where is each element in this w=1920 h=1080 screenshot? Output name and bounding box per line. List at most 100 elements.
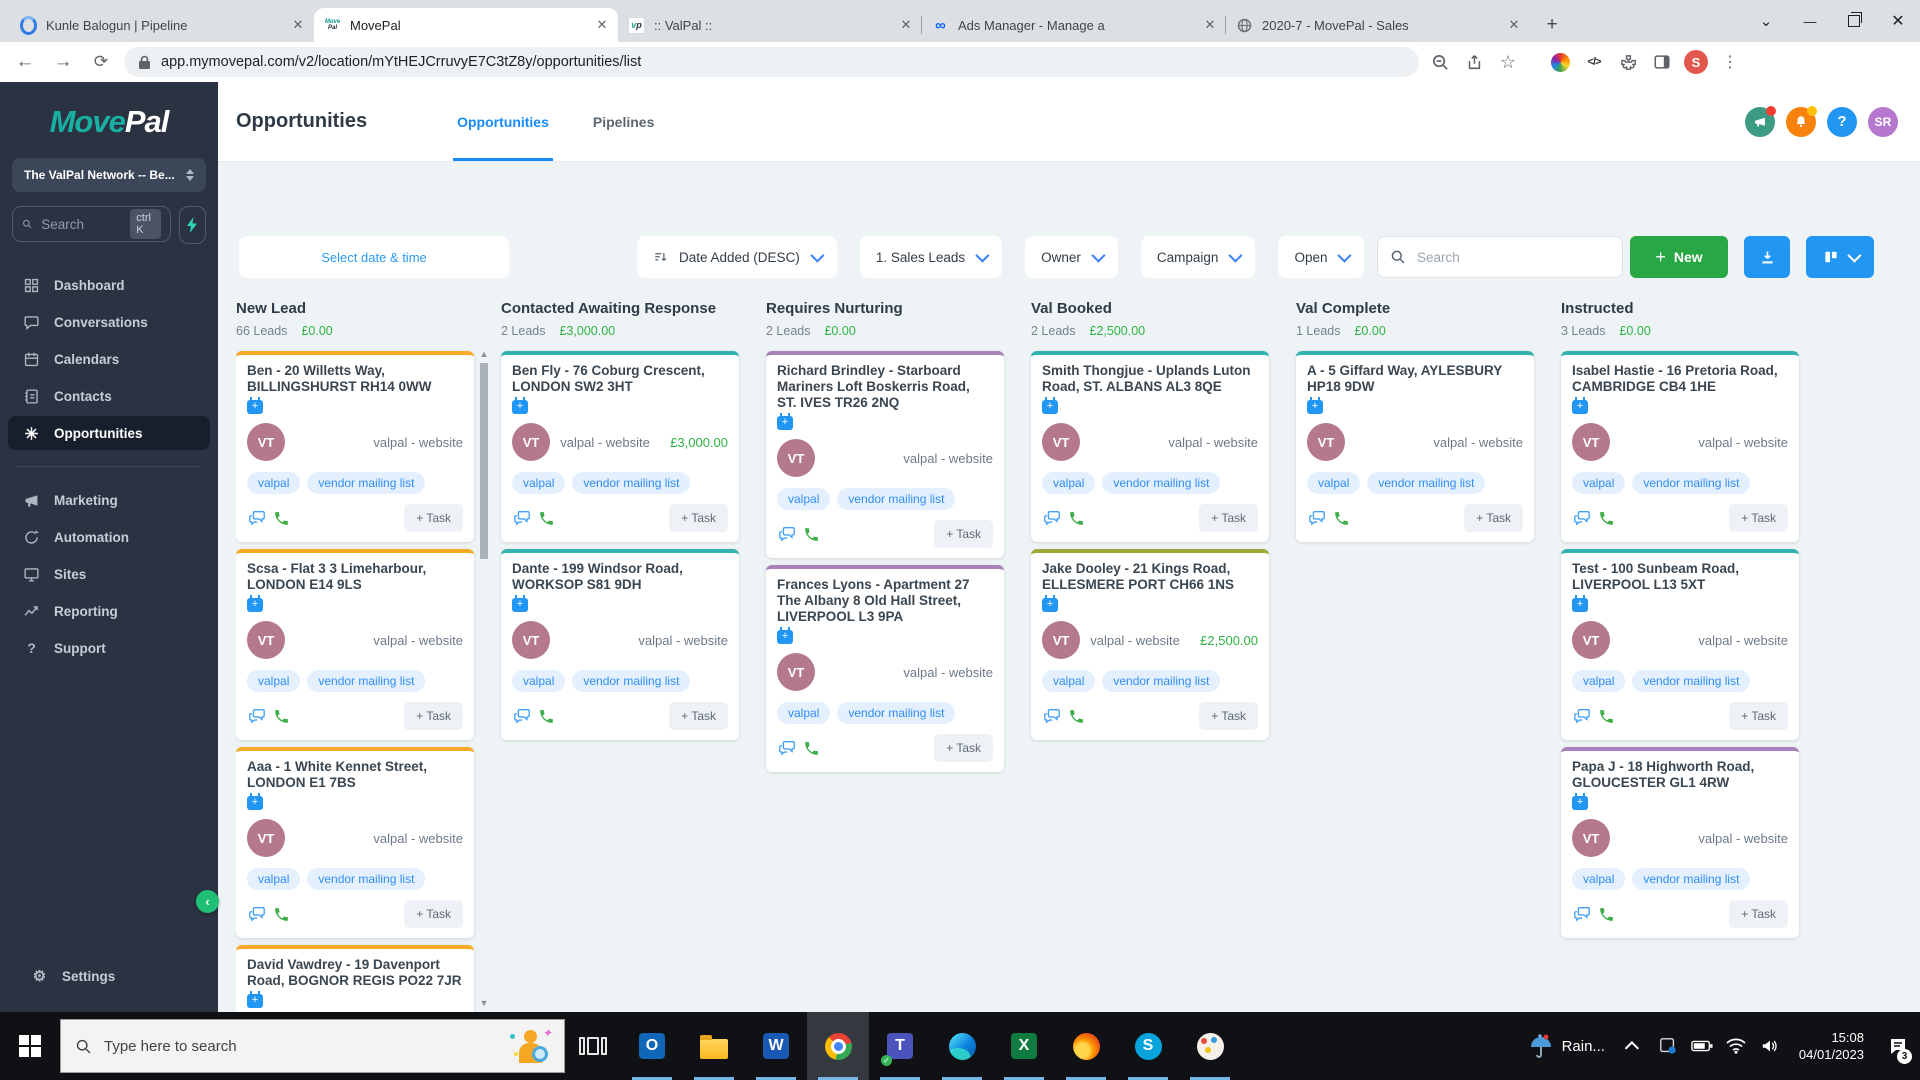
chat-icon[interactable]: [777, 739, 797, 757]
add-task-button[interactable]: + Task: [934, 520, 993, 548]
add-task-button[interactable]: + Task: [404, 900, 463, 928]
phone-icon[interactable]: [1598, 906, 1615, 923]
opportunity-card[interactable]: Scsa - Flat 3 3 Limeharbour, LONDON E14 …: [236, 549, 474, 740]
chat-icon[interactable]: [1572, 707, 1592, 725]
opportunity-card[interactable]: Papa J - 18 Highworth Road, GLOUCESTER G…: [1561, 747, 1799, 938]
sidebar-item-marketing[interactable]: Marketing: [8, 483, 210, 517]
sort-dropdown[interactable]: Date Added (DESC): [637, 236, 837, 278]
select-date-time-button[interactable]: Select date & time: [239, 236, 509, 278]
window-minimize-button[interactable]: —: [1788, 0, 1832, 42]
opportunity-card[interactable]: Aaa - 1 White Kennet Street, LONDON E1 7…: [236, 747, 474, 938]
add-task-button[interactable]: + Task: [404, 504, 463, 532]
sidebar-item-sites[interactable]: Sites: [8, 557, 210, 591]
help-button[interactable]: ?: [1827, 107, 1857, 137]
browser-profile-avatar[interactable]: S: [1679, 45, 1713, 79]
taskbar-edge[interactable]: [931, 1012, 993, 1080]
add-task-button[interactable]: + Task: [669, 504, 728, 532]
calendar-plus-icon[interactable]: +: [247, 598, 263, 612]
phone-icon[interactable]: [1598, 708, 1615, 725]
start-button[interactable]: [0, 1012, 60, 1080]
calendar-plus-icon[interactable]: +: [1307, 400, 1323, 414]
phone-icon[interactable]: [538, 708, 555, 725]
forward-button[interactable]: →: [44, 45, 82, 79]
window-restore-button[interactable]: [1832, 0, 1876, 42]
sidebar-item-automation[interactable]: Automation: [8, 520, 210, 554]
taskbar-skype[interactable]: S: [1117, 1012, 1179, 1080]
reload-button[interactable]: ⟳: [82, 45, 120, 79]
side-panel-icon[interactable]: [1645, 45, 1679, 79]
tab-close-icon[interactable]: ✕: [288, 15, 308, 35]
sidebar-item-contacts[interactable]: Contacts: [8, 379, 210, 413]
column-scrollbar[interactable]: ▲ ▼: [478, 349, 490, 1012]
scroll-up-icon[interactable]: ▲: [478, 349, 490, 359]
chat-icon[interactable]: [247, 905, 267, 923]
calendar-plus-icon[interactable]: +: [247, 400, 263, 414]
chat-icon[interactable]: [512, 509, 532, 527]
tab-close-icon[interactable]: ✕: [1504, 15, 1524, 35]
opportunity-card[interactable]: Test - 100 Sunbeam Road, LIVERPOOL L13 5…: [1561, 549, 1799, 740]
sidebar-item-opportunities[interactable]: Opportunities: [8, 416, 210, 450]
user-avatar[interactable]: SR: [1868, 107, 1898, 137]
chat-icon[interactable]: [512, 707, 532, 725]
bookmark-star-icon[interactable]: ☆: [1491, 45, 1525, 79]
calendar-plus-icon[interactable]: +: [512, 400, 528, 414]
opportunity-card[interactable]: Jake Dooley - 21 Kings Road, ELLESMERE P…: [1031, 549, 1269, 740]
opportunity-card[interactable]: Smith Thongjue - Uplands Luton Road, ST.…: [1031, 351, 1269, 542]
opportunity-card[interactable]: A - 5 Giffard Way, AYLESBURY HP18 9DW + …: [1296, 351, 1534, 542]
chat-icon[interactable]: [247, 509, 267, 527]
sidebar-item-conversations[interactable]: Conversations: [8, 305, 210, 339]
task-view-button[interactable]: [565, 1012, 621, 1080]
phone-icon[interactable]: [273, 708, 290, 725]
calendar-plus-icon[interactable]: +: [512, 598, 528, 612]
calendar-plus-icon[interactable]: +: [1042, 598, 1058, 612]
opportunity-card[interactable]: David Vawdrey - 19 Davenport Road, BOGNO…: [236, 945, 474, 1012]
announcements-button[interactable]: [1745, 107, 1775, 137]
opportunity-card[interactable]: Dante - 199 Windsor Road, WORKSOP S81 9D…: [501, 549, 739, 740]
taskbar-clock[interactable]: 15:08 04/01/2023: [1799, 1029, 1864, 1063]
phone-icon[interactable]: [273, 510, 290, 527]
phone-icon[interactable]: [273, 906, 290, 923]
opportunity-card[interactable]: Isabel Hastie - 16 Pretoria Road, CAMBRI…: [1561, 351, 1799, 542]
browser-tab-sales[interactable]: 2020-7 - MovePal - Sales ✕: [1226, 8, 1530, 42]
opportunity-card[interactable]: Frances Lyons - Apartment 27 The Albany …: [766, 565, 1004, 772]
status-dropdown[interactable]: Open: [1278, 236, 1364, 278]
phone-icon[interactable]: [1598, 510, 1615, 527]
taskbar-file-explorer[interactable]: [683, 1012, 745, 1080]
opportunity-card[interactable]: Richard Brindley - Starboard Mariners Lo…: [766, 351, 1004, 558]
phone-icon[interactable]: [538, 510, 555, 527]
owner-dropdown[interactable]: Owner: [1025, 236, 1118, 278]
pipeline-dropdown[interactable]: 1. Sales Leads: [860, 236, 1002, 278]
calendar-plus-icon[interactable]: +: [247, 994, 263, 1008]
taskbar-chrome[interactable]: [807, 1012, 869, 1080]
calendar-plus-icon[interactable]: +: [1572, 400, 1588, 414]
add-task-button[interactable]: + Task: [1464, 504, 1523, 532]
tab-search-icon[interactable]: ⌄: [1744, 0, 1788, 42]
opportunity-card[interactable]: Ben Fly - 76 Coburg Crescent, LONDON SW2…: [501, 351, 739, 542]
window-close-button[interactable]: ✕: [1876, 0, 1920, 42]
add-task-button[interactable]: + Task: [1729, 702, 1788, 730]
new-tab-button[interactable]: +: [1538, 11, 1566, 39]
browser-menu-icon[interactable]: ⋮: [1713, 45, 1747, 79]
add-task-button[interactable]: + Task: [669, 702, 728, 730]
taskbar-teams[interactable]: T ✓: [869, 1012, 931, 1080]
tray-chevron-up-icon[interactable]: [1619, 1026, 1649, 1066]
add-task-button[interactable]: + Task: [1199, 702, 1258, 730]
sidebar-item-calendars[interactable]: Calendars: [8, 342, 210, 376]
zoom-out-icon[interactable]: [1423, 45, 1457, 79]
add-task-button[interactable]: + Task: [404, 702, 463, 730]
taskbar-search[interactable]: Type here to search ✦: [60, 1019, 565, 1073]
taskbar-firefox[interactable]: [1055, 1012, 1117, 1080]
add-task-button[interactable]: + Task: [1199, 504, 1258, 532]
extensions-puzzle-icon[interactable]: [1611, 45, 1645, 79]
calendar-plus-icon[interactable]: +: [1572, 796, 1588, 810]
tab-opportunities[interactable]: Opportunities: [453, 82, 553, 161]
browser-tab-ads-manager[interactable]: ∞ Ads Manager - Manage a ✕: [922, 8, 1226, 42]
phone-icon[interactable]: [1068, 510, 1085, 527]
chat-icon[interactable]: [777, 525, 797, 543]
calendar-plus-icon[interactable]: +: [247, 796, 263, 810]
color-wheel-extension-icon[interactable]: [1543, 45, 1577, 79]
taskbar-weather[interactable]: Rain...: [1528, 1033, 1605, 1059]
chat-icon[interactable]: [1042, 707, 1062, 725]
sidebar-search-field[interactable]: [39, 216, 123, 233]
add-task-button[interactable]: + Task: [1729, 504, 1788, 532]
